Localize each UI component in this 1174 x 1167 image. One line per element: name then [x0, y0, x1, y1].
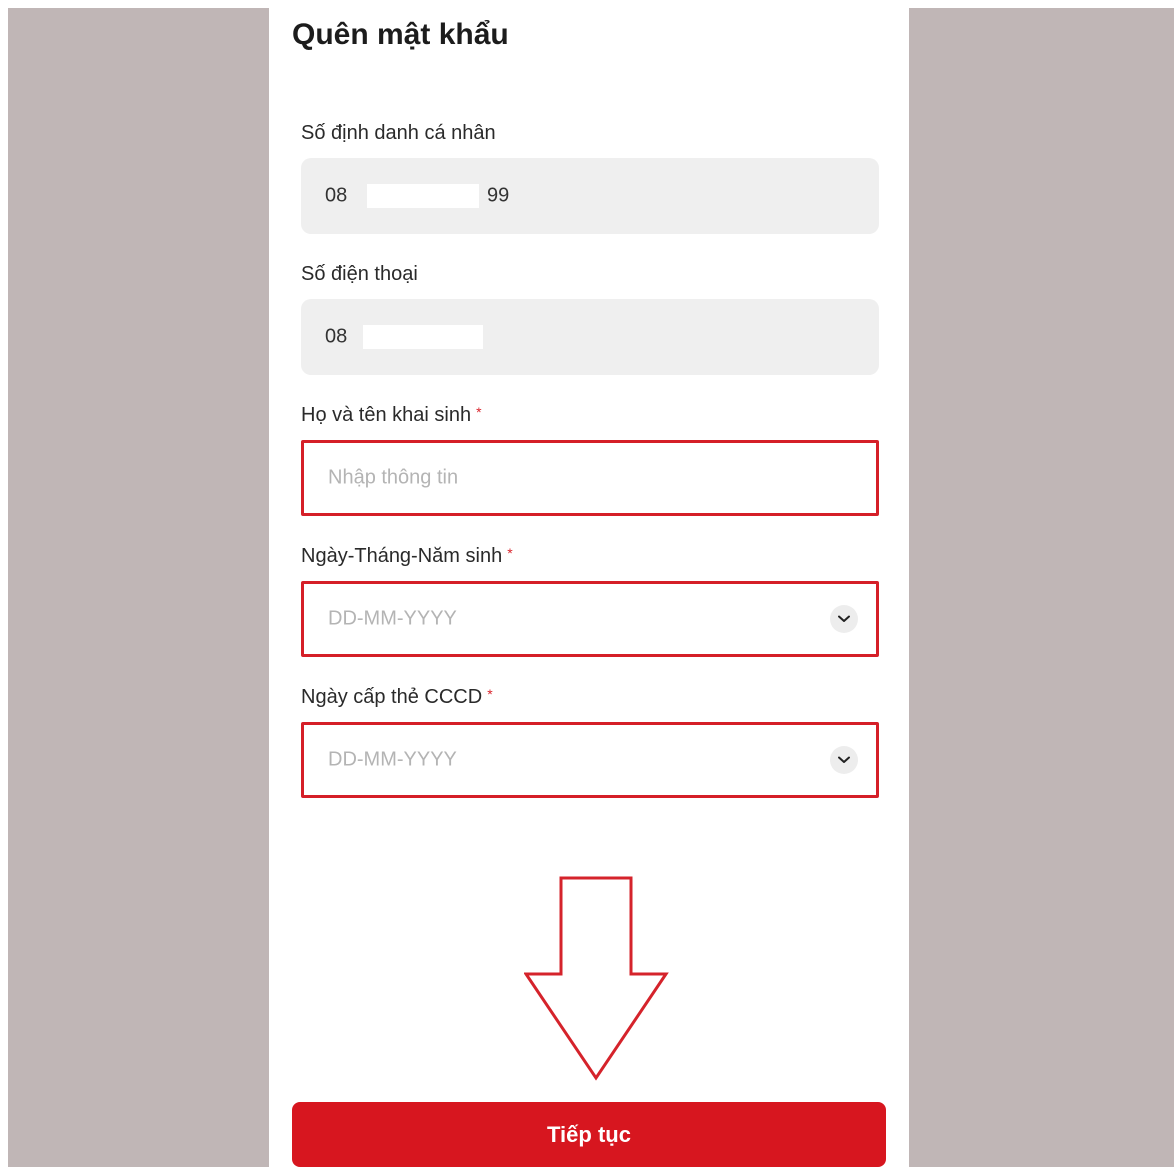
redaction-mask: [363, 325, 483, 349]
issue-date-placeholder: DD-MM-YYYY: [328, 748, 457, 771]
birth-date-label-text: Ngày-Tháng-Năm sinh: [301, 545, 503, 567]
id-number-label: Số định danh cá nhân: [301, 122, 496, 144]
chevron-down-icon[interactable]: [830, 605, 858, 633]
arrow-down-icon: [524, 876, 669, 1081]
issue-date-label: Ngày cấp thẻ CCCD *: [301, 686, 493, 709]
required-mark: *: [476, 404, 482, 420]
full-name-label: Họ và tên khai sinh *: [301, 404, 482, 427]
birth-date-placeholder: DD-MM-YYYY: [328, 607, 457, 630]
issue-date-select[interactable]: DD-MM-YYYY: [301, 722, 879, 798]
full-name-label-text: Họ và tên khai sinh: [301, 404, 472, 426]
id-number-prefix: 08: [325, 184, 348, 207]
chevron-down-icon[interactable]: [830, 746, 858, 774]
phone-field[interactable]: 08: [301, 299, 879, 375]
page-title: Quên mật khẩu: [292, 18, 509, 51]
required-mark: *: [507, 545, 513, 561]
continue-button[interactable]: Tiếp tục: [292, 1102, 886, 1167]
full-name-placeholder: Nhập thông tin: [328, 466, 459, 489]
id-number-suffix: 99: [487, 184, 510, 207]
issue-date-label-text: Ngày cấp thẻ CCCD: [301, 686, 483, 708]
redaction-mask: [367, 184, 479, 208]
required-mark: *: [487, 686, 493, 702]
forgot-password-screen: Quên mật khẩu Số định danh cá nhân 08 99…: [269, 8, 909, 1167]
id-number-field[interactable]: 08 99: [301, 158, 879, 234]
phone-label: Số điện thoại: [301, 263, 418, 285]
full-name-input[interactable]: Nhập thông tin: [301, 440, 879, 516]
phone-prefix: 08: [325, 325, 348, 348]
birth-date-label: Ngày-Tháng-Năm sinh *: [301, 545, 513, 568]
birth-date-select[interactable]: DD-MM-YYYY: [301, 581, 879, 657]
